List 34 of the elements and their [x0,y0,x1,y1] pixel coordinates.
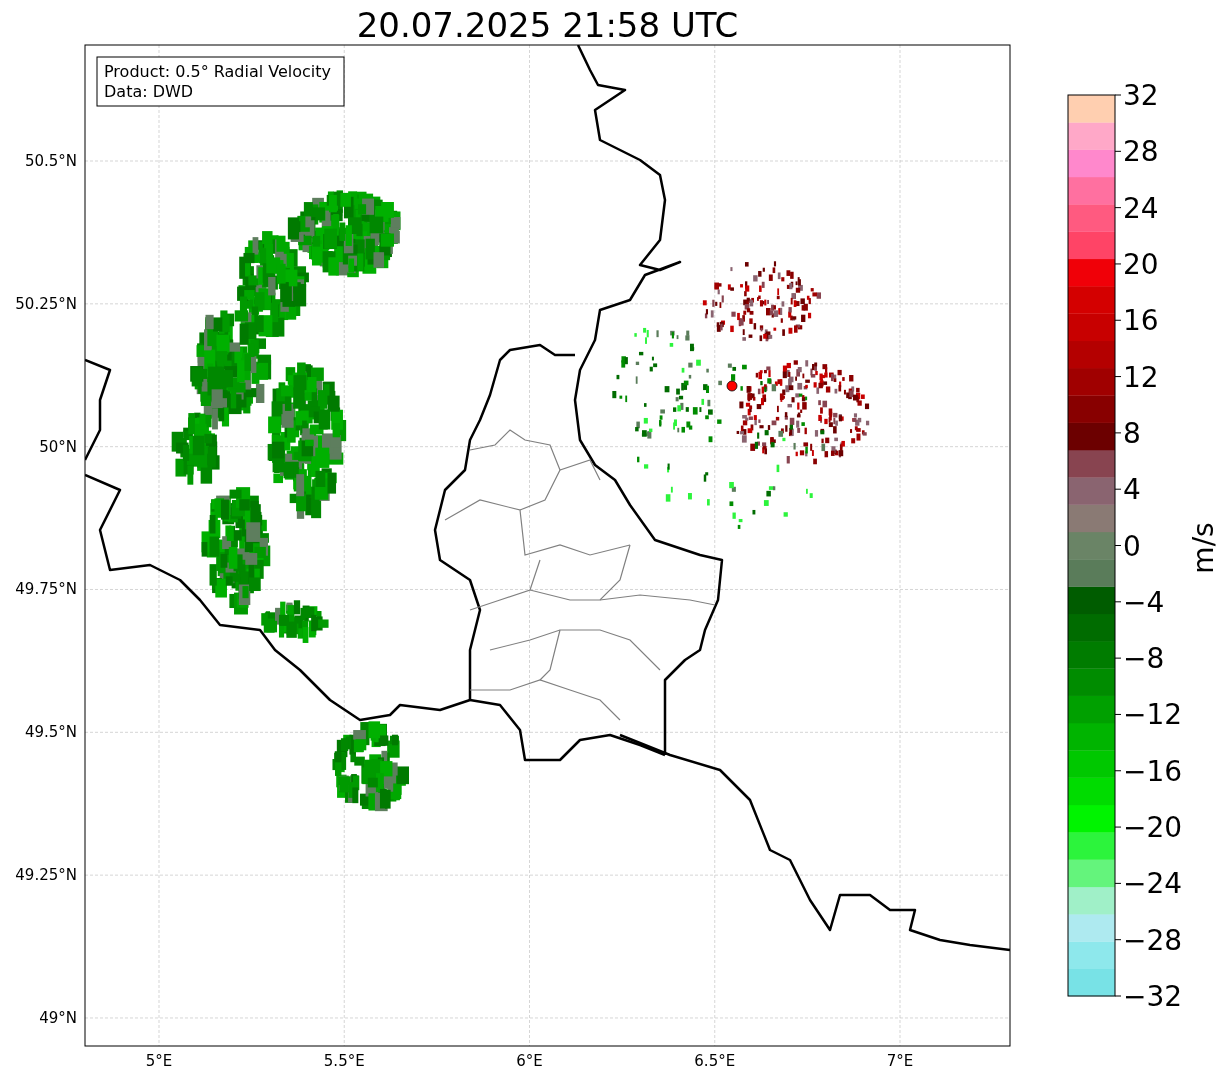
colorbar-tick-label: 16 [1123,304,1159,338]
legend-text: Data: DWD [104,82,194,101]
colorbar-tick-label: −28 [1123,923,1183,957]
colorbar-tick-label: 20 [1123,247,1159,281]
latitude-label: 50.25°N [15,294,77,313]
longitude-label: 6°E [516,1052,543,1070]
colorbar-tick-label: 12 [1123,360,1159,394]
legend-text: Product: 0.5° Radial Velocity [104,62,332,81]
latitude-label: 50.5°N [24,152,77,170]
longitude-label: 5°E [145,1052,173,1070]
longitude-label: 6.5°E [694,1052,736,1070]
latitude-label: 49.25°N [15,866,77,885]
colorbar-tick-label: −24 [1123,867,1183,901]
longitude-label: 7°E [886,1052,914,1070]
colorbar-tick-label: 8 [1123,416,1141,450]
colorbar-tick-label: 32 [1123,79,1159,112]
chart-title: 20.07.2025 21:58 UTC [356,5,739,45]
colorbar-tick-label: −12 [1123,698,1183,732]
colorbar-tick-label: −32 [1123,980,1183,1013]
colorbar-tick-label: 28 [1123,135,1159,169]
colorbar-tick-label: 0 [1123,529,1141,563]
latitude-label: 49.75°N [15,580,77,599]
latitude-label: 49.5°N [24,723,77,742]
longitude-label: 5.5°E [323,1052,365,1070]
colorbar-tick-label: −8 [1123,642,1165,676]
latitude-label: 50°N [39,437,77,456]
colorbar-tick-label: −4 [1123,585,1165,619]
colorbar-tick-label: 4 [1123,473,1141,507]
colorbar-tick-label: −20 [1123,811,1183,845]
colorbar-tick-label: −16 [1123,754,1183,788]
colorbar-tick-label: 24 [1123,191,1159,225]
latitude-label: 49°N [39,1009,77,1027]
colorbar-unit-label: m/s [1187,522,1220,574]
radar-site-marker [726,380,738,392]
